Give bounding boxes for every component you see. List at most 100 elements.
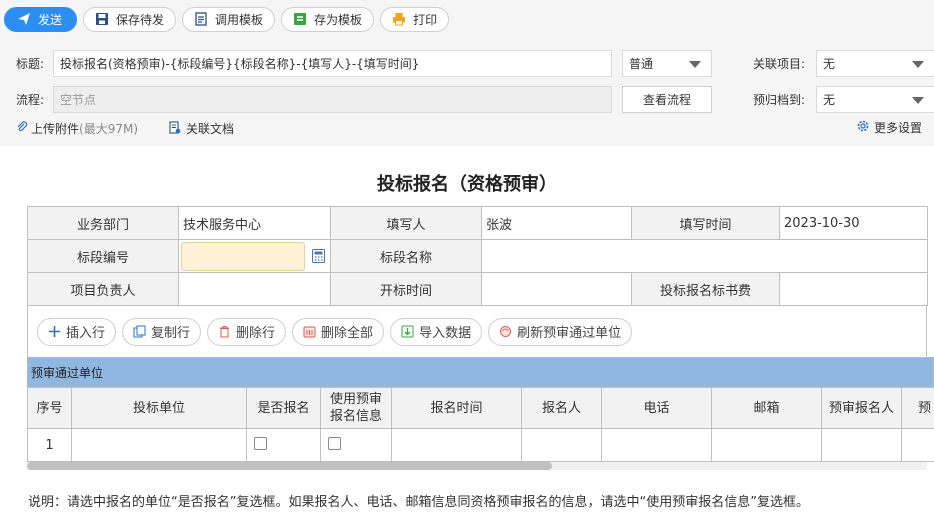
flow-input[interactable]: 空节点: [53, 86, 612, 113]
calculator-icon[interactable]: [312, 249, 325, 267]
fee-label: 投标报名标书费: [631, 272, 780, 306]
chevron-down-icon: [912, 97, 924, 104]
upload-attachment-link[interactable]: 上传附件 (最大97M): [16, 120, 138, 137]
flow-label: 流程:: [16, 93, 45, 107]
send-button[interactable]: 发送: [4, 6, 78, 32]
save-template-icon: [293, 12, 307, 26]
col-header-no: 序号: [27, 387, 72, 429]
chevron-down-icon: [689, 61, 701, 68]
refresh-units-button[interactable]: 刷新预审通过单位: [488, 317, 633, 346]
row-actions: 插入行 复制行 删除行 删除全部 导入数据 刷新预审通过单位: [27, 306, 927, 357]
row-reg-time[interactable]: [391, 428, 522, 462]
row-registrant[interactable]: [521, 428, 602, 462]
trash-icon: [218, 325, 231, 338]
more-settings-label: 更多设置: [874, 121, 923, 135]
info-row: 标段编号 标段名称: [27, 239, 928, 273]
view-flow-button[interactable]: 查看流程: [622, 86, 712, 113]
related-doc-label: 关联文档: [186, 122, 235, 136]
info-table: 业务部门 技术服务中心 填写人 张波 填写时间 2023-10-30 标段编号 …: [27, 206, 928, 306]
delete-row-button[interactable]: 删除行: [207, 317, 287, 346]
section-name-value[interactable]: [481, 239, 928, 273]
title-input[interactable]: 投标报名(资格预审)-{标段编号}{标段名称}-{填写人}-{填写时间}: [53, 50, 612, 77]
row-email[interactable]: [711, 428, 822, 462]
row-truncated[interactable]: [901, 428, 934, 462]
print-button[interactable]: 打印: [380, 6, 450, 32]
manager-label: 项目负责人: [27, 272, 179, 306]
open-time-value[interactable]: [481, 272, 632, 306]
document-title: 投标报名（资格预审）: [377, 174, 557, 195]
delete-row-label: 删除行: [236, 326, 276, 341]
row-no: 1: [27, 428, 72, 462]
info-row: 项目负责人 开标时间 投标报名标书费: [27, 272, 928, 306]
row-phone[interactable]: [601, 428, 712, 462]
copy-row-label: 复制行: [151, 326, 191, 341]
row-registered-cell: [246, 428, 321, 462]
time-label: 填写时间: [631, 206, 780, 240]
related-doc-link[interactable]: 关联文档: [169, 120, 234, 137]
archive-select[interactable]: 无: [816, 86, 934, 113]
refresh-icon: [499, 325, 512, 338]
import-data-button[interactable]: 导入数据: [390, 317, 483, 346]
use-template-label: 调用模板: [215, 12, 264, 27]
toolbar: 发送 保存待发 调用模板 存为模板 打印: [4, 6, 455, 32]
title-label: 标题:: [16, 57, 45, 71]
save-draft-label: 保存待发: [116, 12, 165, 27]
subtable-header-row: 序号 投标单位 是否报名 使用预审 报名信息 报名时间 报名人 电话 邮箱 预审…: [27, 387, 934, 429]
archive-label: 预归档到:: [753, 93, 806, 107]
col-header-truncated: 预: [901, 387, 934, 429]
writer-value[interactable]: 张波: [481, 206, 632, 240]
section-no-input[interactable]: [181, 242, 305, 271]
delete-all-label: 删除全部: [321, 326, 374, 341]
row-prereview-registrant[interactable]: [821, 428, 902, 462]
chevron-down-icon: [912, 61, 924, 68]
row-unit[interactable]: [71, 428, 247, 462]
archive-value: 无: [823, 93, 836, 107]
col-header-registrant: 报名人: [521, 387, 602, 429]
col-header-use-prereview: 使用预审 报名信息: [320, 387, 392, 429]
subtable-scroll-area: 序号 投标单位 是否报名 使用预审 报名信息 报名时间 报名人 电话 邮箱 预审…: [27, 387, 934, 463]
manager-value[interactable]: [178, 272, 331, 306]
copy-row-button[interactable]: 复制行: [122, 317, 202, 346]
send-label: 发送: [38, 12, 63, 27]
info-row: 业务部门 技术服务中心 填写人 张波 填写时间 2023-10-30: [27, 206, 928, 240]
trash-all-icon: [303, 325, 316, 338]
save-template-button[interactable]: 存为模板: [281, 6, 375, 32]
instruction-note: 说明：请选中报名的单位“是否报名”复选框。如果报名人、电话、邮箱信息同资格预审报…: [28, 495, 809, 510]
priority-select[interactable]: 普通: [622, 50, 712, 77]
col-header-registered: 是否报名: [246, 387, 321, 429]
table-row: 1: [27, 428, 934, 462]
more-settings-link[interactable]: 更多设置: [856, 119, 922, 136]
section-name-label: 标段名称: [330, 239, 482, 273]
delete-all-button[interactable]: 删除全部: [292, 317, 385, 346]
dept-label: 业务部门: [27, 206, 179, 240]
time-value[interactable]: 2023-10-30: [779, 206, 928, 240]
save-draft-button[interactable]: 保存待发: [83, 6, 177, 32]
section-no-label: 标段编号: [27, 239, 179, 273]
upload-limit: (最大97M): [79, 122, 139, 136]
subtable: 序号 投标单位 是否报名 使用预审 报名信息 报名时间 报名人 电话 邮箱 预审…: [27, 387, 934, 462]
col-header-use-prereview-line2: 报名信息: [329, 409, 382, 424]
use-prereview-checkbox[interactable]: [328, 436, 341, 450]
paperclip-icon: [16, 120, 28, 137]
dept-value[interactable]: 技术服务中心: [178, 206, 331, 240]
related-project-select[interactable]: 无: [816, 50, 934, 77]
related-project-value: 无: [823, 57, 836, 71]
print-label: 打印: [413, 12, 438, 27]
insert-row-label: 插入行: [66, 326, 106, 341]
col-header-phone: 电话: [601, 387, 712, 429]
import-icon: [401, 325, 414, 338]
copy-icon: [133, 325, 146, 338]
related-project-label: 关联项目:: [753, 57, 806, 71]
plus-icon: [48, 325, 61, 338]
priority-value: 普通: [629, 57, 654, 71]
horizontal-scrollbar-thumb[interactable]: [27, 462, 552, 470]
gear-icon: [856, 119, 870, 136]
document-icon: [169, 120, 181, 137]
fee-value[interactable]: [779, 272, 928, 306]
writer-label: 填写人: [330, 206, 482, 240]
use-template-button[interactable]: 调用模板: [182, 6, 276, 32]
save-template-label: 存为模板: [314, 12, 363, 27]
form-header: 发送 保存待发 调用模板 存为模板 打印 标题: 投标报名(资格预审)-{标段编…: [0, 0, 934, 146]
registered-checkbox[interactable]: [254, 436, 267, 450]
insert-row-button[interactable]: 插入行: [37, 317, 117, 346]
